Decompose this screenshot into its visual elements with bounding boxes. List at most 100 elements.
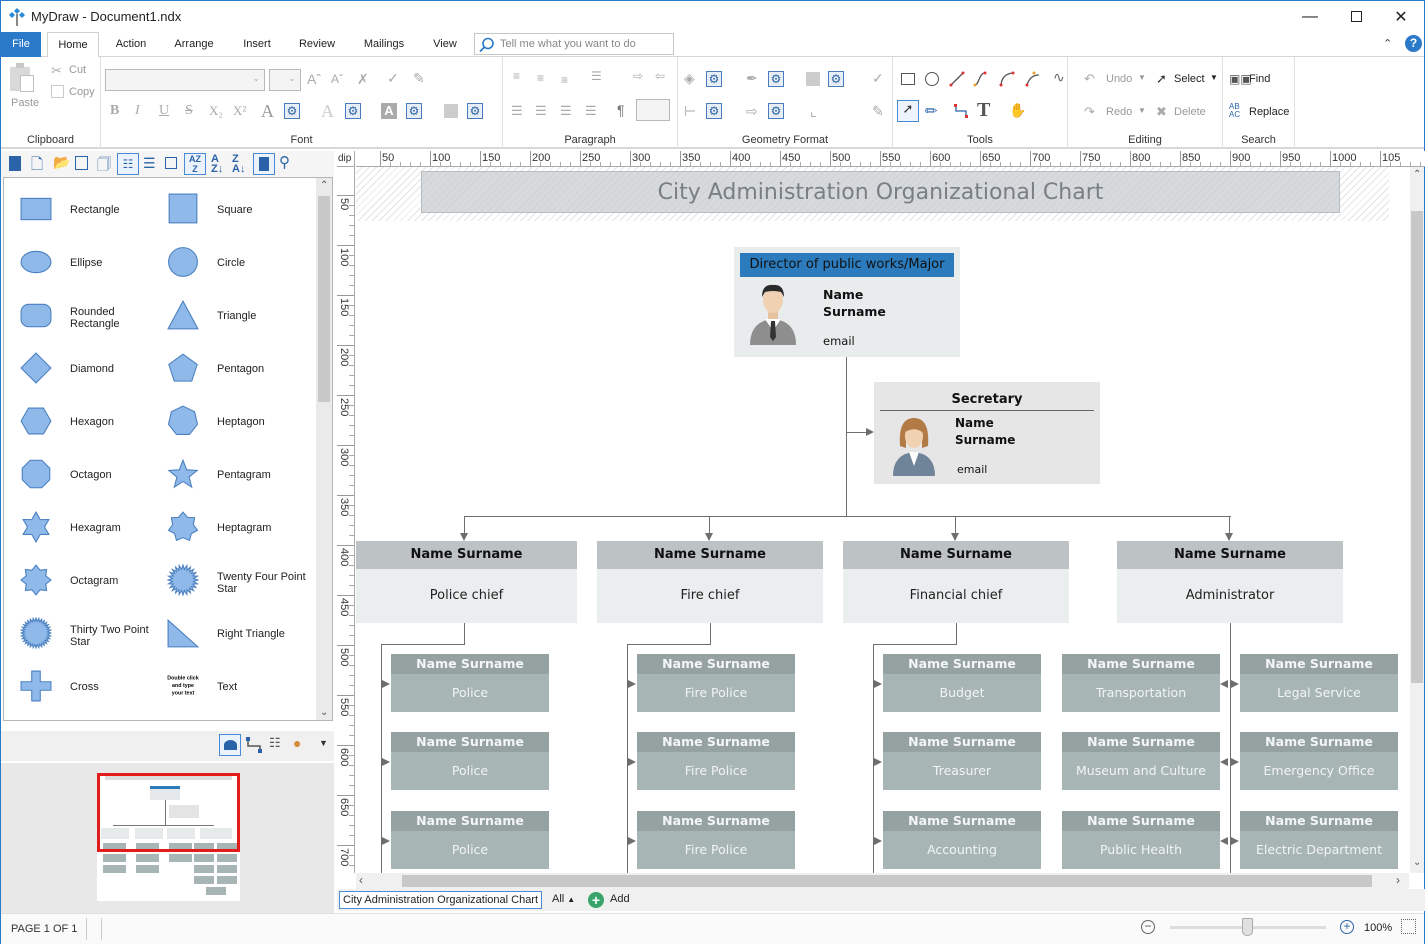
arc-tool-icon[interactable] xyxy=(999,71,1015,87)
align-center-icon[interactable]: ☰ xyxy=(535,103,547,119)
shadow-icon[interactable] xyxy=(444,104,458,118)
line-gear-icon[interactable]: ⚙ xyxy=(768,71,784,87)
outline-gear-icon[interactable]: ⚙ xyxy=(345,103,361,119)
line-end-gear-icon[interactable]: ⚙ xyxy=(768,103,784,119)
add-page-icon[interactable]: + xyxy=(588,892,604,908)
page-tab-current[interactable]: City Administration Organizational Chart xyxy=(339,891,543,909)
fill-icon[interactable]: ◈ xyxy=(684,70,695,87)
org-chart-view-icon[interactable]: ☷ xyxy=(269,735,281,751)
bullets-icon[interactable]: ☰ xyxy=(591,69,602,83)
shape-item-square[interactable]: Square xyxy=(167,193,317,233)
shape-item-pentagon[interactable]: Pentagon xyxy=(167,352,317,392)
polyline-tool-icon[interactable] xyxy=(973,71,989,87)
line-color-icon[interactable]: ✒ xyxy=(746,70,758,87)
shape-item-circle[interactable]: Circle xyxy=(167,246,317,286)
justify-icon[interactable]: ☰ xyxy=(585,103,597,119)
icons-and-names-view-icon[interactable]: ☷ xyxy=(117,153,139,175)
align-left-icon[interactable]: ☰ xyxy=(511,103,523,119)
tab-view[interactable]: View xyxy=(423,32,467,57)
bold-icon[interactable]: B xyxy=(110,103,119,119)
maximize-button[interactable] xyxy=(1333,1,1379,32)
drawing-canvas[interactable]: City Administration Organizational Chart… xyxy=(356,167,1409,873)
connector-tool-icon[interactable] xyxy=(953,103,969,119)
shape-item-heptagon[interactable]: Heptagon xyxy=(167,405,317,445)
close-button[interactable]: ✕ xyxy=(1378,1,1424,32)
strikethrough-icon[interactable]: S xyxy=(185,103,193,119)
tab-review[interactable]: Review xyxy=(291,32,343,57)
geometry-shadow-icon[interactable] xyxy=(806,72,820,86)
shape-item-octagon[interactable]: Octagon xyxy=(20,458,170,498)
ellipse-tool-icon[interactable] xyxy=(925,72,939,86)
search-shapes-icon[interactable]: ⚲ xyxy=(279,153,290,171)
redo-button[interactable]: Redo xyxy=(1106,106,1132,118)
pointer-tool-icon[interactable]: ➚ xyxy=(897,100,919,122)
tab-arrange[interactable]: Arrange xyxy=(165,32,223,57)
help-icon[interactable]: ? xyxy=(1405,35,1422,52)
sort-default-icon[interactable]: AZ Z xyxy=(184,153,206,175)
add-page-button[interactable]: Add xyxy=(610,893,630,905)
outdent-icon[interactable]: ⇦ xyxy=(655,69,665,83)
canvas-scroll-up-icon[interactable]: ⌃ xyxy=(1413,169,1421,180)
eyedropper-icon[interactable]: ✓ xyxy=(387,70,399,87)
names-view-icon[interactable]: ☰ xyxy=(143,155,156,172)
scroll-down-icon[interactable]: ⌄ xyxy=(320,707,328,718)
font-name-select[interactable]: ⌄ xyxy=(105,69,265,91)
pencil-tool-icon[interactable]: ✏ xyxy=(925,102,938,120)
new-library-icon[interactable]: 🗋 xyxy=(31,154,43,179)
fit-page-icon[interactable] xyxy=(1401,919,1416,934)
bezier-tool-icon[interactable] xyxy=(1025,71,1041,87)
geometry-shadow-gear-icon[interactable]: ⚙ xyxy=(828,71,844,87)
rectangle-tool-icon[interactable] xyxy=(901,73,915,85)
preview-viewport-frame[interactable] xyxy=(97,773,240,852)
shape-item-star-32[interactable]: Thirty Two Point Star xyxy=(20,617,170,657)
highlight-gear-icon[interactable]: ⚙ xyxy=(406,103,422,119)
align-middle-icon[interactable]: ≡ xyxy=(537,71,544,85)
redo-dropdown-icon[interactable]: ▼ xyxy=(1138,106,1146,115)
shadow-gear-icon[interactable]: ⚙ xyxy=(467,103,483,119)
geometry-eyedropper-icon[interactable]: ✓ xyxy=(872,70,884,87)
paragraph-mark-icon[interactable]: ¶ xyxy=(617,102,625,118)
shapes-scroll-thumb[interactable] xyxy=(318,196,330,402)
canvas-scroll-left-icon[interactable]: ‹ xyxy=(359,873,363,887)
all-pages-button[interactable]: All ▲ xyxy=(552,893,575,905)
chart-title[interactable]: City Administration Organizational Chart xyxy=(421,171,1340,213)
shape-item-star-24[interactable]: Twenty Four Point Star xyxy=(167,564,317,604)
shape-item-diamond[interactable]: Diamond xyxy=(20,352,170,392)
freeform-tool-icon[interactable]: ∿ xyxy=(1053,69,1065,86)
text-tool-icon[interactable]: T xyxy=(977,99,990,122)
superscript-icon[interactable]: X² xyxy=(233,103,246,119)
shape-item-rectangle[interactable]: Rectangle xyxy=(20,193,170,233)
shape-item-pentagram[interactable]: Pentagram xyxy=(167,458,317,498)
canvas-horizontal-scrollbar[interactable]: ‹ › xyxy=(356,873,1409,889)
tab-action[interactable]: Action xyxy=(105,32,157,57)
zoom-slider-thumb[interactable] xyxy=(1242,918,1253,936)
delete-button[interactable]: Delete xyxy=(1174,106,1206,118)
collapse-ribbon-icon[interactable]: ⌃ xyxy=(1383,37,1392,50)
line-tool-icon[interactable] xyxy=(949,71,965,87)
tab-insert[interactable]: Insert xyxy=(233,32,281,57)
grow-font-icon[interactable]: Aˆ xyxy=(307,71,321,87)
corner-icon[interactable]: ⌞ xyxy=(810,103,817,120)
font-size-select[interactable]: ⌄ xyxy=(269,69,301,91)
cut-button[interactable]: Cut xyxy=(69,64,86,76)
book-view-icon[interactable] xyxy=(253,153,275,175)
shape-item-right-triangle[interactable]: Right Triangle xyxy=(167,617,317,657)
shape-item-octagram[interactable]: Octagram xyxy=(20,564,170,604)
tell-me-search[interactable]: Tell me what you want to do xyxy=(474,33,674,55)
canvas-vscroll-thumb[interactable] xyxy=(1411,211,1423,683)
shape-item-rounded-rectangle[interactable]: Rounded Rectangle xyxy=(20,299,170,339)
canvas-hscroll-thumb[interactable] xyxy=(402,875,1372,887)
sort-az-icon[interactable]: A Z↓ xyxy=(211,154,223,175)
paste-button[interactable]: Paste xyxy=(11,97,39,109)
canvas-vertical-scrollbar[interactable]: ⌃ ⌄ xyxy=(1410,167,1424,873)
shapes-scrollbar[interactable]: ⌃ ⌄ xyxy=(316,178,332,720)
clear-format-icon[interactable]: ✗ xyxy=(357,71,369,88)
text-outline-icon[interactable]: A xyxy=(321,101,334,122)
connector-view-icon[interactable] xyxy=(245,736,263,754)
zoom-in-button[interactable]: + xyxy=(1340,920,1354,934)
font-color-icon[interactable]: A xyxy=(261,101,274,122)
shape-item-ellipse[interactable]: Ellipse xyxy=(20,246,170,286)
font-color-gear-icon[interactable]: ⚙ xyxy=(284,103,300,119)
replace-button[interactable]: Replace xyxy=(1249,106,1289,118)
shape-item-cross[interactable]: Cross xyxy=(20,670,170,710)
